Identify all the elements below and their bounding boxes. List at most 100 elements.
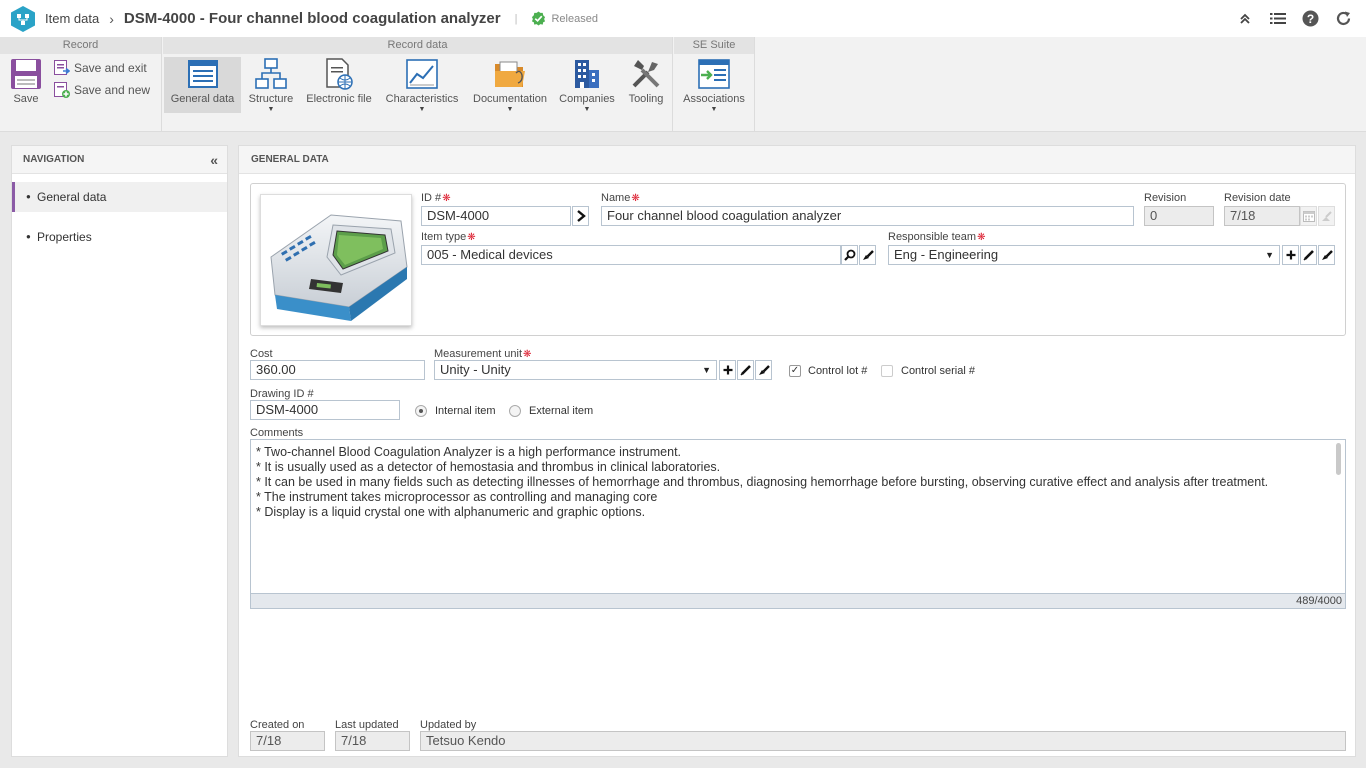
breadcrumb-item-data[interactable]: Item data (45, 11, 99, 26)
control-serial-label: Control serial # (901, 365, 975, 377)
companies-button[interactable]: Companies ▼ (557, 57, 617, 113)
general-data-button[interactable]: General data (164, 57, 241, 113)
save-button[interactable]: Save (6, 57, 46, 113)
required-icon: ❋ (977, 232, 986, 243)
edit-team-button[interactable] (1300, 245, 1317, 265)
associations-label: Associations (683, 93, 745, 105)
companies-label: Companies (559, 93, 615, 105)
item-type-label: Item type❋ (421, 231, 476, 243)
external-item-radio[interactable] (509, 405, 521, 417)
tooling-tools-icon (632, 60, 660, 88)
nav-item-label: Properties (37, 230, 92, 244)
released-check-icon (532, 11, 546, 26)
collapse-left-icon[interactable]: « (210, 146, 218, 174)
revision-label: Revision (1144, 192, 1187, 204)
character-counter: 489/4000 (251, 593, 1345, 608)
item-type-label-text: Item type (421, 231, 467, 243)
chevron-down-icon: ▼ (702, 365, 711, 375)
ribbon-group-se-suite: SE Suite Associations ▼ (674, 37, 755, 132)
item-type-input[interactable]: 005 - Medical devices (421, 245, 841, 265)
collapse-up-icon[interactable] (1236, 10, 1253, 27)
drawing-id-label: Drawing ID # (250, 388, 314, 400)
general-data-form-icon (187, 60, 218, 88)
tooling-label: Tooling (628, 93, 664, 105)
eraser-icon (862, 250, 874, 260)
structure-label: Structure (248, 93, 294, 105)
navigation-header: NAVIGATION « (12, 146, 227, 174)
id-input[interactable]: DSM-4000 (421, 206, 571, 226)
nav-item-properties[interactable]: ● Properties (12, 222, 227, 252)
comment-line: * It is usually used as a detector of he… (256, 460, 721, 474)
title-bar: Item data › DSM-4000 - Four channel bloo… (0, 0, 1366, 37)
status-badge: Released (531, 11, 598, 26)
associations-button[interactable]: Associations ▼ (680, 57, 748, 113)
clear-unit-button[interactable] (755, 360, 772, 380)
electronic-file-button[interactable]: Electronic file (303, 57, 375, 113)
item-type-search-button[interactable] (841, 245, 858, 265)
cost-input[interactable]: 360.00 (250, 360, 425, 380)
documentation-label: Documentation (473, 93, 547, 105)
internal-item-radio[interactable] (415, 405, 427, 417)
measurement-unit-select[interactable]: Unity - Unity ▼ (434, 360, 717, 380)
documentation-button[interactable]: Documentation ▼ (469, 57, 551, 113)
save-new-icon (54, 82, 70, 98)
general-data-label: General data (170, 93, 235, 105)
ribbon-group-record: Record Save Save and exit Save and new (0, 37, 162, 132)
clear-date-button (1318, 206, 1335, 226)
save-floppy-icon (11, 59, 41, 89)
responsible-team-select[interactable]: Eng - Engineering ▼ (888, 245, 1280, 265)
characteristics-button[interactable]: Characteristics ▼ (381, 57, 463, 113)
item-photo[interactable] (260, 194, 412, 326)
navigation-title: NAVIGATION (23, 154, 85, 165)
list-menu-icon[interactable] (1269, 10, 1286, 27)
comment-line: * Display is a liquid crystal one with a… (256, 505, 646, 519)
control-lot-checkbox[interactable]: ✓ (789, 365, 801, 377)
dropdown-caret-icon: ▼ (506, 106, 514, 113)
revision-date-label: Revision date (1224, 192, 1291, 204)
required-icon: ❋ (523, 349, 532, 360)
id-next-button[interactable] (572, 206, 589, 226)
required-icon: ❋ (631, 193, 640, 204)
nav-item-general-data[interactable]: ● General data (12, 182, 227, 212)
section-title: GENERAL DATA (239, 146, 1355, 174)
analyzer-device-image (270, 214, 408, 321)
dropdown-caret-icon: ▼ (418, 106, 426, 113)
comments-scrollbar[interactable] (1336, 443, 1341, 475)
eraser-icon (758, 365, 770, 375)
ribbon-group-title: Record (0, 37, 161, 54)
documentation-folder-icon (495, 61, 525, 87)
comments-textarea[interactable]: * Two-channel Blood Coagulation Analyzer… (250, 439, 1346, 609)
name-input[interactable]: Four channel blood coagulation analyzer (601, 206, 1134, 226)
structure-button[interactable]: Structure ▼ (243, 57, 299, 113)
clear-team-button[interactable] (1318, 245, 1335, 265)
calendar-button (1300, 206, 1317, 226)
save-and-new-button[interactable]: Save and new (54, 82, 150, 98)
help-icon[interactable]: ? (1302, 10, 1319, 27)
control-serial-checkbox[interactable] (881, 365, 893, 377)
add-unit-button[interactable] (719, 360, 736, 380)
name-label-text: Name (601, 192, 631, 204)
tooling-button[interactable]: Tooling (621, 57, 671, 113)
external-item-label: External item (529, 405, 594, 417)
title-divider: | (514, 12, 518, 25)
add-team-button[interactable] (1282, 245, 1299, 265)
search-icon (843, 249, 855, 261)
item-type-clear-button[interactable] (859, 245, 876, 265)
pencil-icon (1302, 250, 1314, 261)
plus-icon (723, 365, 732, 375)
edit-unit-button[interactable] (737, 360, 754, 380)
cost-label: Cost (250, 348, 273, 360)
updated-by-label: Updated by (420, 719, 477, 731)
refresh-icon[interactable] (1335, 10, 1352, 27)
identification-box: ID #❋ DSM-4000 Name❋ Four channel blood … (250, 183, 1346, 336)
eraser-icon (1321, 211, 1332, 221)
save-and-exit-button[interactable]: Save and exit (54, 60, 147, 76)
responsible-team-label-text: Responsible team (888, 231, 977, 243)
responsible-team-label: Responsible team❋ (888, 231, 985, 243)
drawing-id-input[interactable]: DSM-4000 (250, 400, 400, 420)
save-and-new-label: Save and new (74, 83, 151, 97)
page-title: DSM-4000 - Four channel blood coagulatio… (123, 10, 501, 27)
general-data-panel: GENERAL DATA ID #❋ DSM-4000 Name❋ Four c… (238, 145, 1356, 757)
required-icon: ❋ (442, 193, 451, 204)
status-text: Released (551, 12, 598, 25)
